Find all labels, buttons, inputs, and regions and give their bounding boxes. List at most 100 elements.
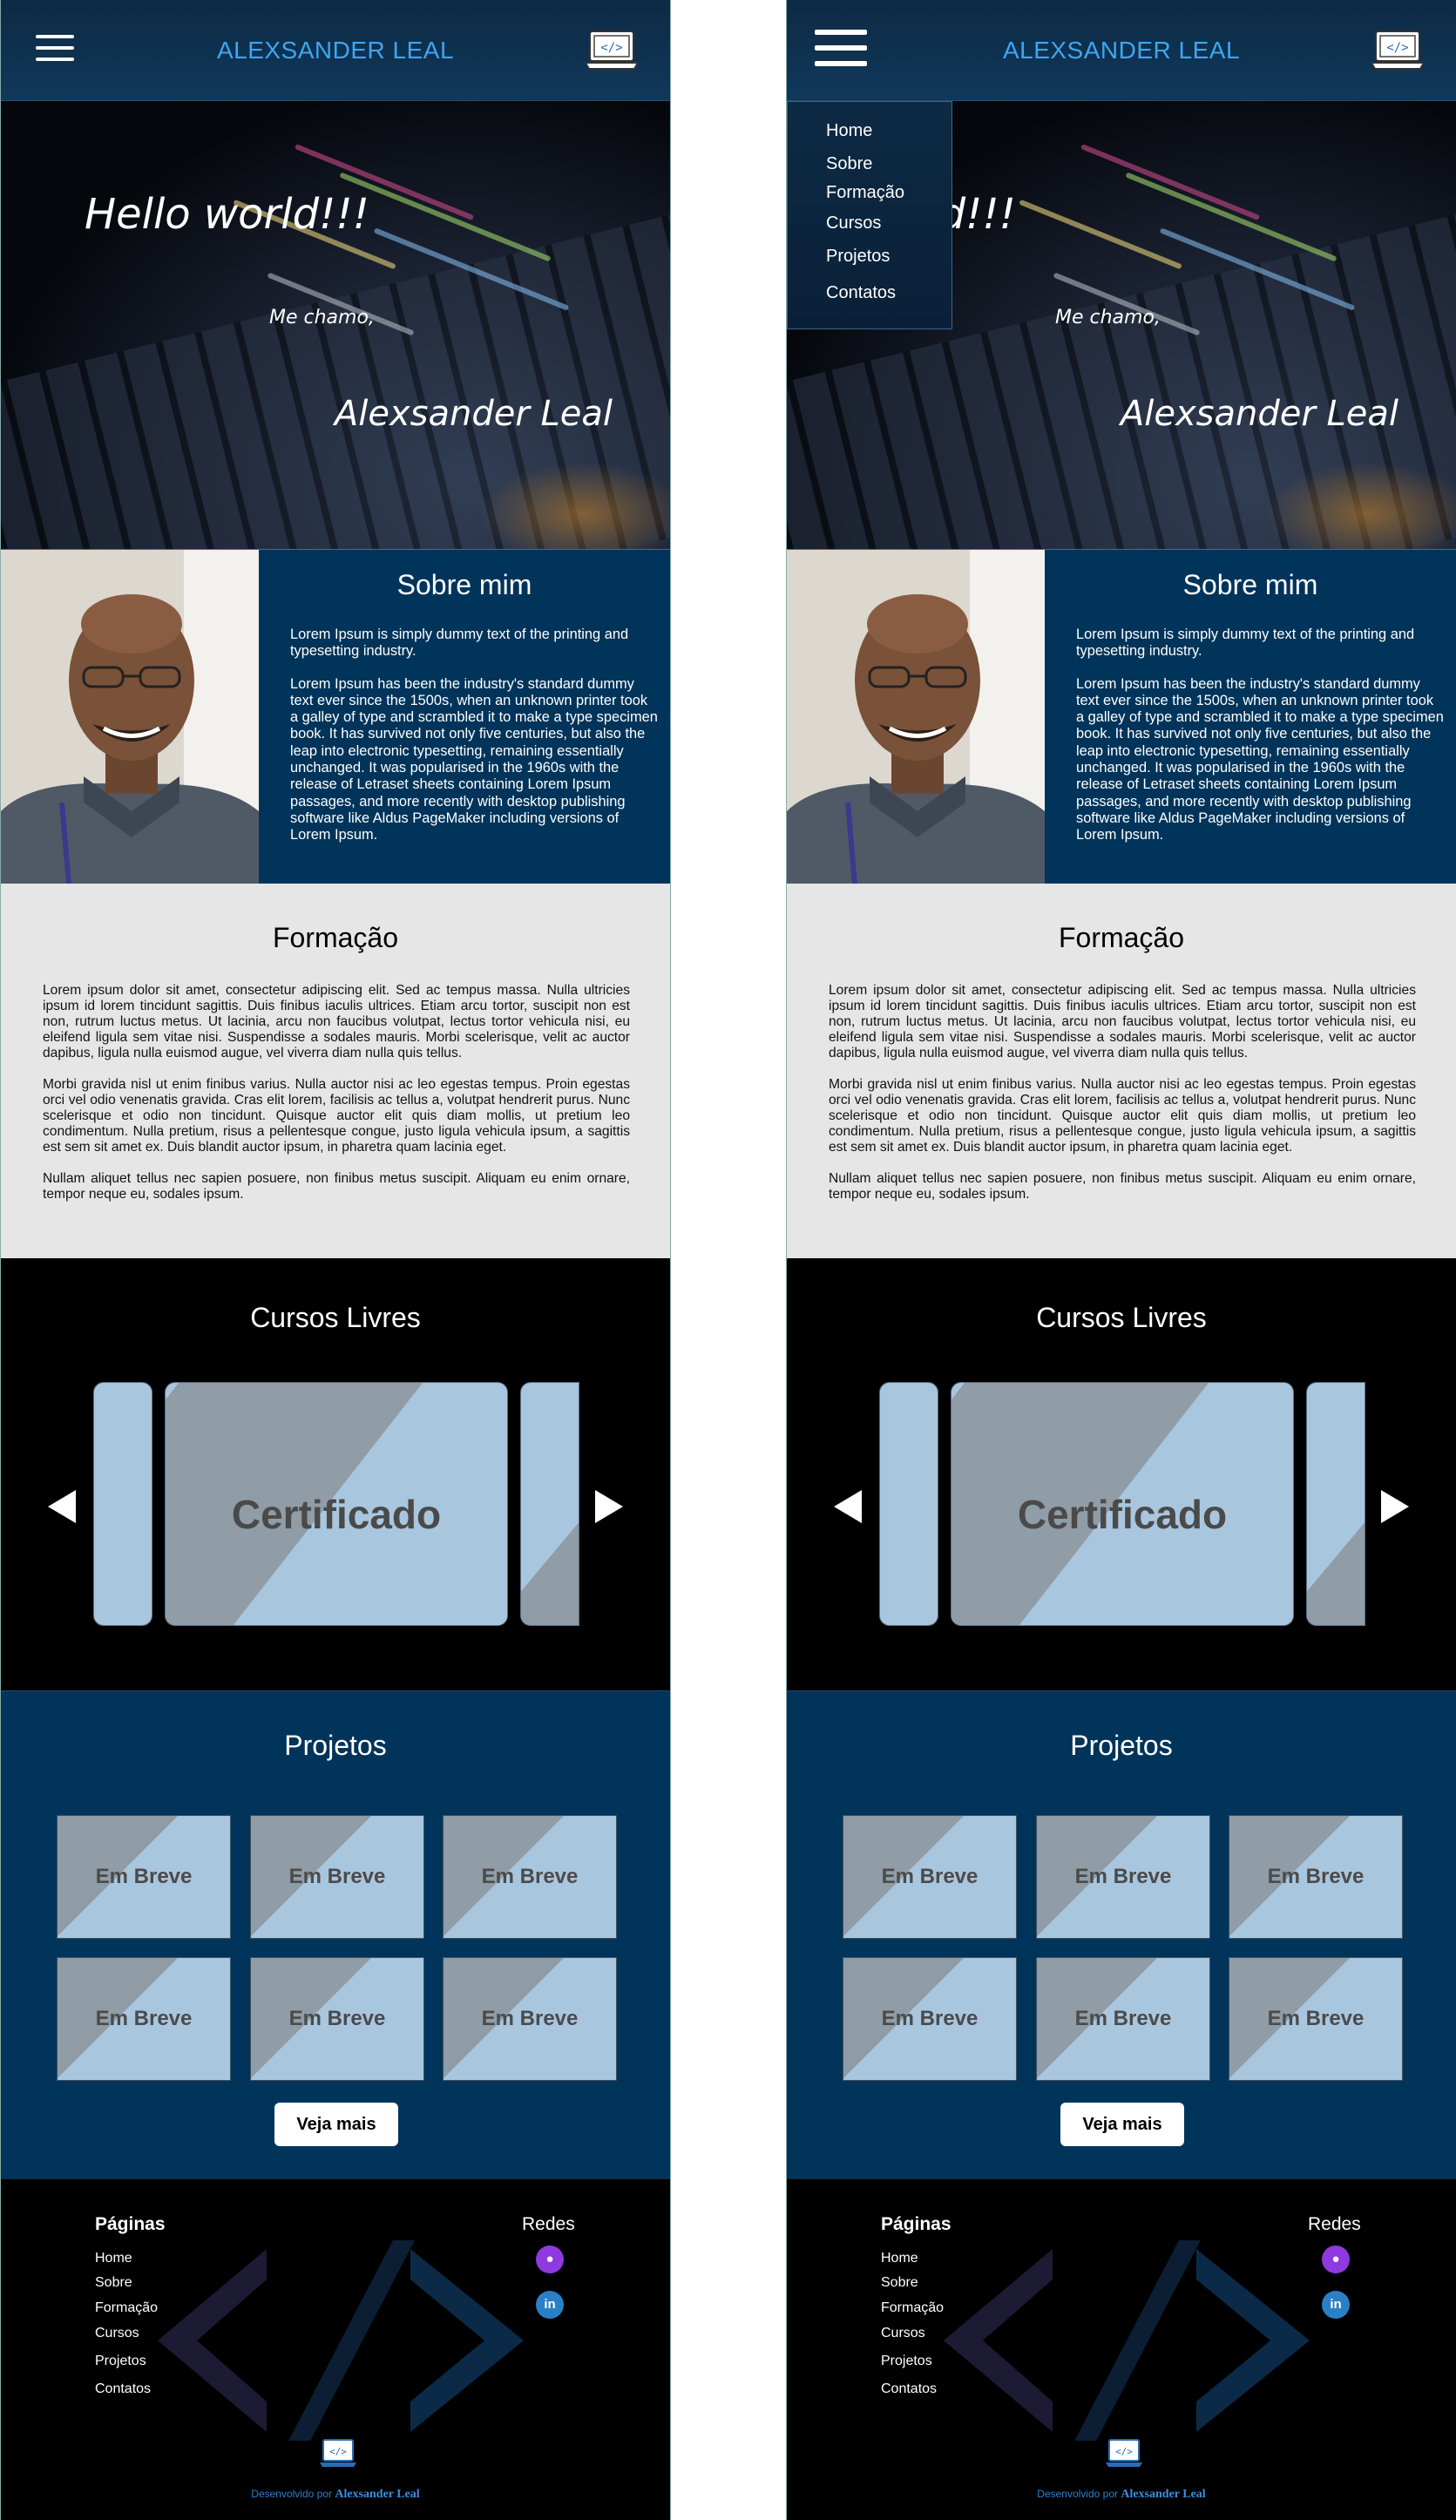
- project-card-label: Em Breve: [1074, 2007, 1172, 2030]
- triangle-left-icon[interactable]: [834, 1490, 862, 1523]
- developer-credit: Desenvolvido por Alexsander Leal: [787, 2488, 1456, 2502]
- svg-text:</>: </>: [1115, 2446, 1133, 2457]
- about-text: Lorem Ipsum is simply dummy text of the …: [1076, 627, 1444, 860]
- triangle-right-icon[interactable]: [1381, 1490, 1409, 1523]
- project-card-label: Em Breve: [95, 2007, 193, 2030]
- projects-title: Projetos: [1070, 1730, 1173, 1761]
- svg-text:</>: </>: [1386, 41, 1408, 55]
- project-card[interactable]: Em Breve: [250, 1957, 424, 2081]
- footer-link-formacao[interactable]: Formação: [881, 2300, 944, 2316]
- svg-text:</>: </>: [329, 2446, 347, 2457]
- footer-link-cursos[interactable]: Cursos: [881, 2326, 925, 2341]
- profile-photo: [787, 550, 1045, 884]
- project-card[interactable]: Em Breve: [443, 1957, 617, 2081]
- code-line: [1019, 199, 1182, 270]
- hero-intro: Me chamo,: [1055, 307, 1161, 329]
- footer-link-cursos[interactable]: Cursos: [95, 2326, 139, 2341]
- about-section: Sobre mim Lorem Ipsum is simply dummy te…: [1, 549, 670, 884]
- footer-link-projetos[interactable]: Projetos: [95, 2354, 146, 2369]
- about-paragraph: Lorem Ipsum is simply dummy text of the …: [1076, 627, 1415, 660]
- footer-link-home[interactable]: Home: [95, 2251, 132, 2266]
- footer-link-sobre[interactable]: Sobre: [881, 2275, 918, 2291]
- education-text: Lorem ipsum dolor sit amet, consectetur …: [829, 983, 1416, 1218]
- footer-link-contatos[interactable]: Contatos: [881, 2381, 937, 2397]
- education-section: Formação Lorem ipsum dolor sit amet, con…: [1, 884, 670, 1258]
- github-icon[interactable]: ●: [1322, 2246, 1350, 2273]
- triangle-left-icon[interactable]: [48, 1490, 76, 1523]
- mockup-closed-menu: ALEXSANDER LEAL </> Hello world!!! Me ch…: [0, 0, 671, 2520]
- menu-item-home[interactable]: Home: [826, 121, 872, 141]
- menu-item-formacao[interactable]: Formação: [826, 183, 904, 203]
- certificate-card-next[interactable]: [520, 1382, 579, 1626]
- education-text: Lorem ipsum dolor sit amet, consectetur …: [43, 983, 630, 1218]
- project-card-label: Em Breve: [95, 1865, 193, 1888]
- certificate-card-prev[interactable]: [879, 1382, 938, 1626]
- education-title: Formação: [1058, 922, 1185, 953]
- project-card-label: Em Breve: [1267, 1865, 1365, 1888]
- project-card[interactable]: Em Breve: [843, 1815, 1017, 1939]
- project-card[interactable]: Em Breve: [443, 1815, 617, 1939]
- mockup-open-menu: ALEXSANDER LEAL </> Hello world!!! Me ch…: [786, 0, 1456, 2520]
- hero-name: Alexsander Leal: [334, 394, 613, 434]
- project-card-label: Em Breve: [481, 2007, 579, 2030]
- project-card-label: Em Breve: [881, 1865, 979, 1888]
- projects-title: Projetos: [284, 1730, 387, 1761]
- project-card[interactable]: Em Breve: [843, 1957, 1017, 2081]
- developer-credit: Desenvolvido por Alexsander Leal: [1, 2488, 670, 2502]
- nav-dropdown-menu: Home Sobre Formação Cursos Projetos Cont…: [787, 101, 952, 329]
- laptop-code-icon[interactable]: </>: [585, 30, 639, 71]
- education-paragraph: Lorem ipsum dolor sit amet, consectetur …: [43, 983, 630, 1060]
- site-brand[interactable]: ALEXSANDER LEAL: [1, 37, 670, 64]
- linkedin-icon[interactable]: in: [536, 2291, 564, 2319]
- credit-name: Alexsander Leal: [335, 2488, 420, 2501]
- certificate-card-prev[interactable]: [93, 1382, 152, 1626]
- project-card[interactable]: Em Breve: [1229, 1815, 1403, 1939]
- linkedin-icon[interactable]: in: [1322, 2291, 1350, 2319]
- education-paragraph: Nullam aliquet tellus nec sapien posuere…: [43, 1171, 630, 1202]
- footer-social-title: Redes: [522, 2214, 575, 2234]
- education-section: Formação Lorem ipsum dolor sit amet, con…: [787, 884, 1456, 1258]
- project-card[interactable]: Em Breve: [1036, 1957, 1210, 2081]
- laptop-glare: [1264, 462, 1456, 549]
- footer-link-formacao[interactable]: Formação: [95, 2300, 158, 2316]
- project-card[interactable]: Em Breve: [57, 1815, 231, 1939]
- see-more-button[interactable]: Veja mais: [274, 2103, 398, 2146]
- project-card[interactable]: Em Breve: [1229, 1957, 1403, 2081]
- project-card[interactable]: Em Breve: [250, 1815, 424, 1939]
- site-brand[interactable]: ALEXSANDER LEAL: [787, 37, 1456, 64]
- see-more-button[interactable]: Veja mais: [1060, 2103, 1184, 2146]
- menu-item-cursos[interactable]: Cursos: [826, 213, 881, 234]
- site-header: ALEXSANDER LEAL </>: [787, 0, 1456, 101]
- about-paragraph: Lorem Ipsum is simply dummy text of the …: [290, 627, 629, 660]
- menu-item-contatos[interactable]: Contatos: [826, 283, 896, 303]
- certificate-card[interactable]: Certificado: [165, 1382, 508, 1626]
- menu-item-projetos[interactable]: Projetos: [826, 247, 890, 267]
- hero-intro: Me chamo,: [269, 307, 375, 329]
- laptop-code-icon[interactable]: </>: [1371, 30, 1425, 71]
- courses-title: Cursos Livres: [250, 1302, 421, 1333]
- footer-pages-title: Páginas: [881, 2214, 951, 2234]
- footer-link-projetos[interactable]: Projetos: [881, 2354, 932, 2369]
- certificate-label: Certificado: [231, 1492, 442, 1537]
- github-icon[interactable]: ●: [536, 2246, 564, 2273]
- certificate-card-next[interactable]: [1306, 1382, 1365, 1626]
- code-line: [1125, 172, 1337, 262]
- profile-photo: [1, 550, 259, 884]
- footer-link-home[interactable]: Home: [881, 2251, 918, 2266]
- footer-link-sobre[interactable]: Sobre: [95, 2275, 132, 2291]
- courses-section: Cursos Livres Certificado: [787, 1258, 1456, 1690]
- project-card[interactable]: Em Breve: [1036, 1815, 1210, 1939]
- project-card-label: Em Breve: [881, 2007, 979, 2030]
- projects-section: Projetos Em Breve Em Breve Em Breve Em B…: [787, 1690, 1456, 2178]
- menu-item-sobre[interactable]: Sobre: [826, 154, 872, 174]
- triangle-right-icon[interactable]: [595, 1490, 623, 1523]
- about-text: Lorem Ipsum is simply dummy text of the …: [290, 627, 658, 860]
- certificate-card[interactable]: Certificado: [951, 1382, 1294, 1626]
- credit-name: Alexsander Leal: [1121, 2488, 1206, 2501]
- code-line: [1080, 144, 1261, 220]
- hero-name: Alexsander Leal: [1120, 394, 1398, 434]
- about-paragraph: Lorem Ipsum has been the industry's stan…: [1076, 675, 1444, 843]
- project-card-label: Em Breve: [288, 1865, 386, 1888]
- project-card[interactable]: Em Breve: [57, 1957, 231, 2081]
- footer-link-contatos[interactable]: Contatos: [95, 2381, 151, 2397]
